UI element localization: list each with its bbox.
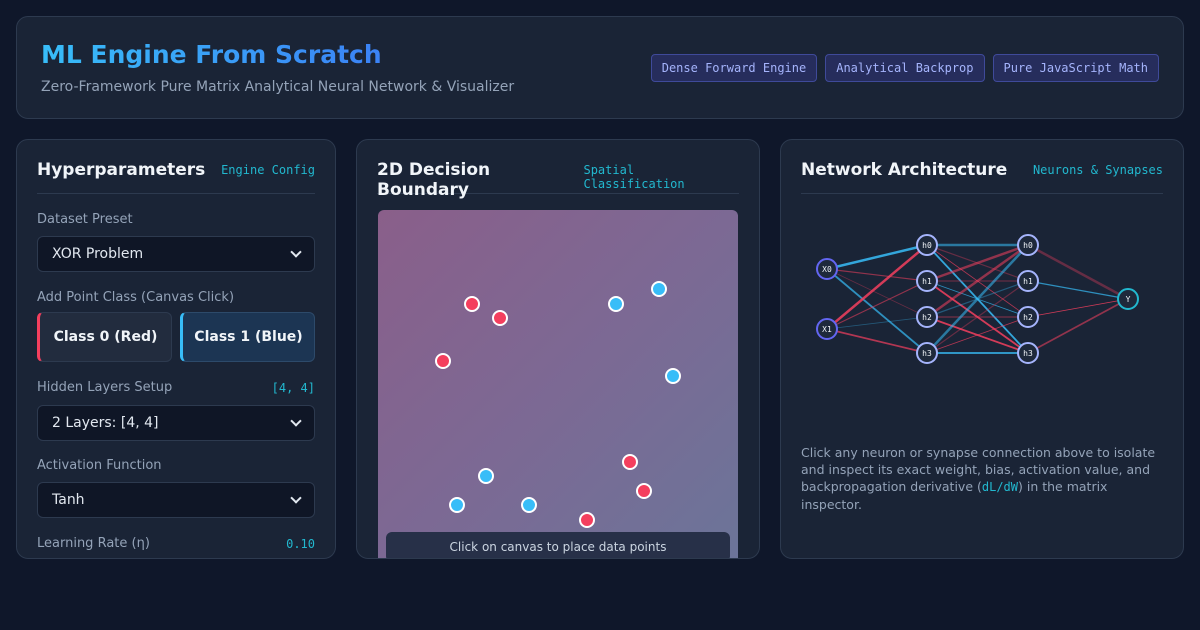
- data-point-class0[interactable]: [434, 353, 451, 370]
- decision-boundary-canvas[interactable]: Click on canvas to place data points: [378, 210, 738, 558]
- data-point-class0[interactable]: [492, 310, 509, 326]
- neuron-hidden[interactable]: h2: [1017, 306, 1039, 328]
- svg-text:h2: h2: [1023, 313, 1033, 322]
- neuron-output[interactable]: Y: [1117, 288, 1139, 310]
- class1-button[interactable]: Class 1 (Blue): [180, 312, 315, 362]
- learning-rate-label: Learning Rate (η): [37, 536, 150, 551]
- panel-title: Network Architecture: [801, 160, 1008, 180]
- svg-text:h3: h3: [922, 349, 932, 358]
- data-point-class1[interactable]: [665, 367, 682, 384]
- data-point-class1[interactable]: [449, 497, 466, 514]
- data-point-class1[interactable]: [607, 295, 624, 312]
- hidden-layers-select[interactable]: 2 Layers: [4, 4]: [37, 405, 315, 441]
- chevron-down-icon: [290, 492, 302, 504]
- data-point-class0[interactable]: [636, 482, 653, 499]
- chevron-down-icon: [290, 246, 302, 258]
- svg-text:h0: h0: [1023, 241, 1033, 250]
- decision-boundary-panel: 2D Decision Boundary Spatial Classificat…: [356, 139, 760, 559]
- data-point-class1[interactable]: [478, 468, 494, 485]
- synapse[interactable]: [826, 316, 928, 330]
- svg-text:h0: h0: [922, 241, 932, 250]
- learning-rate-value: 0.10: [286, 537, 315, 551]
- panel-header: Hyperparameters Engine Config: [37, 160, 315, 194]
- chevron-down-icon: [290, 415, 302, 427]
- feature-badges: Dense Forward Engine Analytical Backprop…: [650, 54, 1159, 82]
- app-title: ML Engine From Scratch: [41, 40, 382, 69]
- panel-tag: Engine Config: [221, 163, 315, 177]
- class0-button[interactable]: Class 0 (Red): [37, 312, 172, 362]
- hidden-layers-select-value: 2 Layers: [4, 4]: [52, 415, 159, 431]
- svg-text:h3: h3: [1023, 349, 1033, 358]
- app-subtitle: Zero-Framework Pure Matrix Analytical Ne…: [41, 79, 515, 95]
- svg-text:Y: Y: [1126, 295, 1131, 304]
- data-point-class0[interactable]: [578, 511, 595, 528]
- panel-header: 2D Decision Boundary Spatial Classificat…: [377, 160, 739, 200]
- neuron-input[interactable]: X0: [816, 258, 838, 280]
- panel-tag: Neurons & Synapses: [1032, 163, 1163, 177]
- activation-select[interactable]: Tanh: [37, 482, 315, 518]
- class1-label: Class 1 (Blue): [194, 329, 303, 345]
- add-point-label: Add Point Class (Canvas Click): [37, 290, 235, 305]
- network-graph[interactable]: X0 X1 h0 h1 h2 h3 h0 h1 h2 h3 Y: [797, 220, 1167, 380]
- neuron-hidden[interactable]: h0: [1017, 234, 1039, 256]
- neuron-input[interactable]: X1: [816, 318, 838, 340]
- data-point-class0[interactable]: [463, 295, 480, 312]
- svg-text:X0: X0: [822, 265, 832, 274]
- activation-label: Activation Function: [37, 458, 162, 473]
- synapse[interactable]: [826, 268, 928, 282]
- badge-forward-engine: Dense Forward Engine: [650, 54, 818, 82]
- dataset-select[interactable]: XOR Problem: [37, 236, 315, 272]
- neuron-hidden[interactable]: h2: [916, 306, 938, 328]
- data-point-class0[interactable]: [622, 454, 638, 470]
- panel-title: Hyperparameters: [37, 160, 206, 180]
- data-point-class1[interactable]: [521, 497, 538, 514]
- panel-header: Network Architecture Neurons & Synapses: [801, 160, 1163, 194]
- svg-text:h1: h1: [1023, 277, 1033, 286]
- synapse[interactable]: [826, 268, 928, 318]
- neuron-hidden[interactable]: h1: [916, 270, 938, 292]
- hidden-layers-value: [4, 4]: [271, 381, 315, 395]
- dataset-label: Dataset Preset: [37, 212, 133, 227]
- badge-js-math: Pure JavaScript Math: [992, 54, 1159, 82]
- panel-tag: Spatial Classification: [583, 163, 685, 191]
- activation-select-value: Tanh: [52, 492, 85, 508]
- svg-text:X1: X1: [822, 325, 832, 334]
- svg-text:h1: h1: [922, 277, 932, 286]
- app-header: ML Engine From Scratch Zero-Framework Pu…: [16, 16, 1184, 119]
- hidden-layers-label: Hidden Layers Setup: [37, 380, 173, 395]
- synapse[interactable]: [1027, 243, 1129, 301]
- synapse[interactable]: [1027, 298, 1129, 354]
- dataset-select-value: XOR Problem: [52, 246, 144, 262]
- panel-title: 2D Decision Boundary: [377, 160, 491, 200]
- svg-text:h2: h2: [922, 313, 932, 322]
- class0-label: Class 0 (Red): [53, 329, 158, 345]
- network-architecture-panel: Network Architecture Neurons & Synapses …: [780, 139, 1184, 559]
- badge-backprop: Analytical Backprop: [825, 54, 985, 82]
- neuron-hidden[interactable]: h0: [916, 234, 938, 256]
- data-point-class1[interactable]: [650, 281, 667, 298]
- neuron-hidden[interactable]: h3: [916, 342, 938, 364]
- inspector-hint: Click any neuron or synapse connection a…: [801, 444, 1171, 513]
- hyperparameters-panel: Hyperparameters Engine Config Dataset Pr…: [16, 139, 336, 559]
- inspector-hint-code: dL/dW: [981, 480, 1018, 494]
- canvas-hint: Click on canvas to place data points: [386, 532, 730, 558]
- neuron-hidden[interactable]: h3: [1017, 342, 1039, 364]
- neuron-hidden[interactable]: h1: [1017, 270, 1039, 292]
